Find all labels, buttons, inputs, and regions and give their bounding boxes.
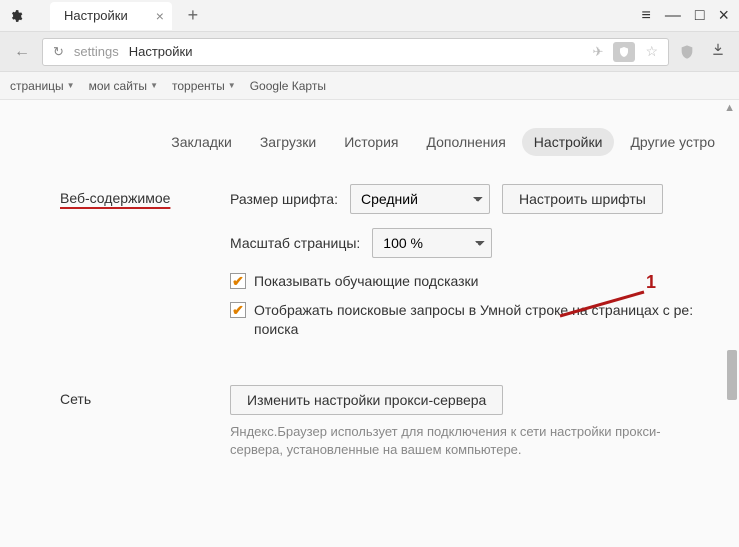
scroll-up-icon[interactable]: ▲ xyxy=(724,102,735,114)
address-bar: ← ↻ settings Настройки ✈ ☆ xyxy=(0,32,739,72)
page-zoom-label: Масштаб страницы: xyxy=(230,235,360,251)
font-size-select[interactable]: Средний xyxy=(350,184,490,214)
bookmark-item[interactable]: Google Карты xyxy=(250,79,326,93)
rocket-icon[interactable]: ✈ xyxy=(593,44,604,60)
tab-title: Настройки xyxy=(64,8,128,23)
scrollbar-thumb[interactable] xyxy=(727,350,737,400)
tab-addons[interactable]: Дополнения xyxy=(414,128,517,156)
tab-bookmarks[interactable]: Закладки xyxy=(159,128,244,156)
gear-icon[interactable] xyxy=(0,9,32,23)
window-controls: ≡ — □ × xyxy=(641,5,739,26)
annotation-number: 1 xyxy=(646,272,656,293)
check-icon: ✔ xyxy=(232,274,244,288)
tab-other-devices[interactable]: Другие устро xyxy=(618,128,727,156)
font-size-label: Размер шрифта: xyxy=(230,191,338,207)
dropdown-icon: ▼ xyxy=(67,81,75,90)
dropdown-icon: ▼ xyxy=(228,81,236,90)
close-window-icon[interactable]: × xyxy=(718,5,729,26)
url-prefix: settings xyxy=(74,44,119,59)
titlebar: Настройки × + ≡ — □ × xyxy=(0,0,739,32)
dropdown-icon: ▼ xyxy=(150,81,158,90)
new-tab-button[interactable]: + xyxy=(178,5,208,26)
bookmark-item[interactable]: мои сайты▼ xyxy=(89,79,158,93)
maximize-icon[interactable]: □ xyxy=(695,7,705,25)
check-icon: ✔ xyxy=(232,303,244,317)
minimize-icon[interactable]: — xyxy=(665,7,681,25)
tab-downloads[interactable]: Загрузки xyxy=(248,128,328,156)
back-button[interactable]: ← xyxy=(8,38,36,66)
address-field[interactable]: ↻ settings Настройки ✈ ☆ xyxy=(42,38,669,66)
configure-fonts-button[interactable]: Настроить шрифты xyxy=(502,184,663,214)
menu-icon[interactable]: ≡ xyxy=(641,7,650,25)
bookmarks-bar: страницы▼ мои сайты▼ торренты▼ Google Ка… xyxy=(0,72,739,100)
bookmark-item[interactable]: страницы▼ xyxy=(10,79,75,93)
section-web-content: Веб-содержимое xyxy=(60,184,230,206)
hints-checkbox[interactable]: ✔ xyxy=(230,273,246,289)
browser-tab[interactable]: Настройки × xyxy=(50,2,172,30)
reload-icon[interactable]: ↻ xyxy=(53,44,64,60)
section-network: Сеть xyxy=(60,385,230,407)
protect-shield-icon[interactable] xyxy=(613,42,635,62)
proxy-settings-button[interactable]: Изменить настройки прокси-сервера xyxy=(230,385,503,415)
tab-history[interactable]: История xyxy=(332,128,410,156)
close-tab-icon[interactable]: × xyxy=(156,8,164,24)
url-label: Настройки xyxy=(129,44,193,59)
downloads-icon[interactable] xyxy=(705,42,731,61)
content-area: ▲ Закладки Загрузки История Дополнения Н… xyxy=(0,100,739,547)
search-queries-checkbox-label: Отображать поисковые запросы в Умной стр… xyxy=(254,301,714,339)
section-tabs: Закладки Загрузки История Дополнения Нас… xyxy=(0,100,739,174)
tab-settings[interactable]: Настройки xyxy=(522,128,615,156)
proxy-hint: Яндекс.Браузер использует для подключени… xyxy=(230,423,700,459)
bookmark-star-icon[interactable]: ☆ xyxy=(645,43,658,60)
page-zoom-select[interactable]: 100 % xyxy=(372,228,492,258)
search-queries-checkbox[interactable]: ✔ xyxy=(230,302,246,318)
shield-badge-icon[interactable] xyxy=(675,40,699,64)
hints-checkbox-label: Показывать обучающие подсказки xyxy=(254,272,479,291)
bookmark-item[interactable]: торренты▼ xyxy=(172,79,236,93)
